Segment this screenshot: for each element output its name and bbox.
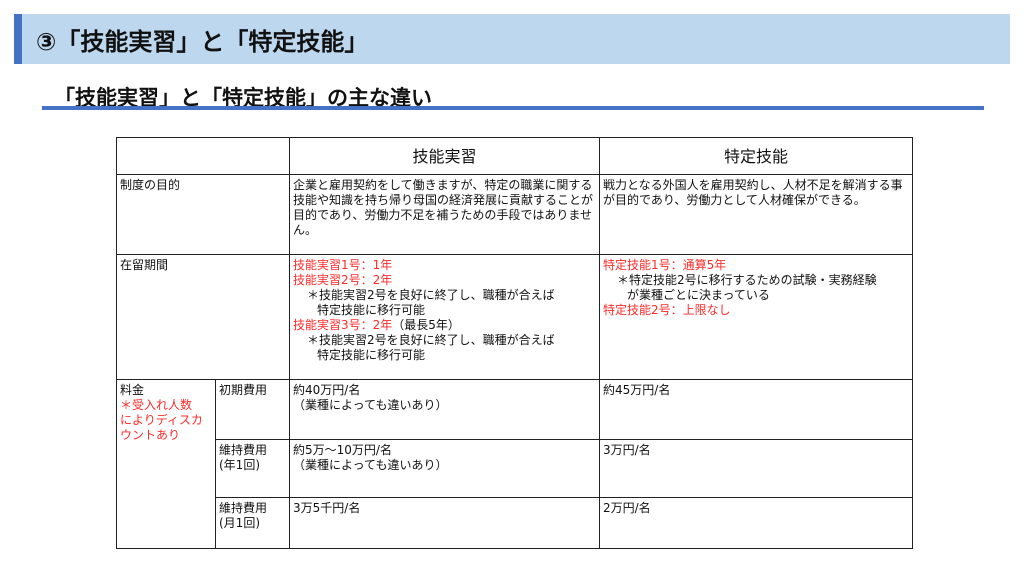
annual-fee-label: 維持費用 (年1回) <box>215 439 290 498</box>
stay-line-3-wrap: 技能実習3号：2年（最長5年） <box>293 318 596 333</box>
tokutei-stay-note-a: ＊特定技能2号に移行するための試験・実務経験 <box>617 273 877 287</box>
table-header-row: 技能実習 特定技能 <box>116 137 913 175</box>
annual-fee-label-1: 維持費用 <box>219 443 268 457</box>
monthly-fee-label: 維持費用 (月1回) <box>215 497 290 549</box>
initial-fee-gj-1: 約40万円/名 <box>293 383 361 397</box>
monthly-fee-label-2: (月1回) <box>219 516 260 530</box>
header-ginou-jisshu: 技能実習 <box>289 137 600 175</box>
tokutei-stay-line-2: 特定技能2号：上限なし <box>603 303 731 317</box>
stay-note-2a: ＊技能実習2号を良好に終了し、職種が合えば <box>307 333 555 347</box>
table-row-purpose: 制度の目的 企業と雇用契約をして働きますが、特定の職業に関する技能や知識を持ち帰… <box>116 174 913 255</box>
monthly-fee-ginou-jisshu: 3万5千円/名 <box>289 497 600 549</box>
stay-note-1b: 特定技能に移行可能 <box>317 303 426 317</box>
fees-note-1: ＊受入れ人数 <box>120 398 193 412</box>
stay-line-3-suffix: （最長5年） <box>392 318 460 332</box>
annual-fee-gj-1: 約5万～10万円/名 <box>293 443 392 457</box>
title-bar: ③「技能実習」と「特定技能」 <box>14 14 1010 64</box>
annual-fee-label-2: (年1回) <box>219 458 260 472</box>
tokutei-stay-note-b: が業種ごとに決まっている <box>627 288 770 302</box>
table-row-stay-period: 在留期間 技能実習1号：1年 技能実習2号：2年 ＊技能実習2号を良好に終了し、… <box>116 254 913 380</box>
fees-label-cell: 料金 ＊受入れ人数 によりディスカ ウントあり <box>116 379 216 549</box>
stay-period-label: 在留期間 <box>116 254 290 380</box>
stay-note-2b: 特定技能に移行可能 <box>317 348 426 362</box>
initial-fee-ginou-jisshu: 約40万円/名 （業種によっても違いあり） <box>289 379 600 440</box>
initial-fee-label: 初期費用 <box>215 379 290 440</box>
annual-fee-ginou-jisshu: 約5万～10万円/名 （業種によっても違いあり） <box>289 439 600 498</box>
header-empty-cell <box>116 137 290 175</box>
fees-label: 料金 <box>120 383 145 397</box>
monthly-fee-tokutei-ginou: 2万円/名 <box>599 497 913 549</box>
monthly-fee-gj-1: 3万5千円/名 <box>293 501 361 515</box>
stay-period-ginou-jisshu: 技能実習1号：1年 技能実習2号：2年 ＊技能実習2号を良好に終了し、職種が合え… <box>289 254 600 380</box>
header-tokutei-ginou: 特定技能 <box>599 137 913 175</box>
table-row-initial-fee: 料金 ＊受入れ人数 によりディスカ ウントあり 初期費用 約40万円/名 （業種… <box>116 379 913 549</box>
initial-fee-gj-2: （業種によっても違いあり） <box>293 398 448 412</box>
table-row-annual-fee: 維持費用 (年1回) 約5万～10万円/名 （業種によっても違いあり） 3万円/… <box>117 439 913 498</box>
stay-period-tokutei-ginou: 特定技能1号：通算5年 ＊特定技能2号に移行するための試験・実務経験 が業種ごと… <box>599 254 913 380</box>
tokutei-stay-line-1: 特定技能1号：通算5年 <box>603 258 727 272</box>
fees-note-3: ウントあり <box>120 428 181 442</box>
purpose-tokutei-ginou: 戦力となる外国人を雇用契約し、人材不足を解消する事が目的であり、労働力として人材… <box>599 174 913 255</box>
comparison-table: 技能実習 特定技能 制度の目的 企業と雇用契約をして働きますが、特定の職業に関す… <box>116 137 913 549</box>
page-title: ③「技能実習」と「特定技能」 <box>36 28 369 56</box>
initial-fee-tokutei-ginou: 約45万円/名 <box>599 379 913 440</box>
initial-fee-label-text: 初期費用 <box>219 383 268 397</box>
stay-line-1: 技能実習1号：1年 <box>293 258 393 272</box>
purpose-ginou-jisshu: 企業と雇用契約をして働きますが、特定の職業に関する技能や知識を持ち帰り母国の経済… <box>289 174 600 255</box>
fees-note-2: によりディスカ <box>120 413 203 427</box>
stay-line-2: 技能実習2号：2年 <box>293 273 393 287</box>
monthly-fee-label-1: 維持費用 <box>219 501 268 515</box>
stay-line-3: 技能実習3号：2年 <box>293 318 393 332</box>
purpose-label: 制度の目的 <box>116 174 290 255</box>
stay-note-1a: ＊技能実習2号を良好に終了し、職種が合えば <box>307 288 555 302</box>
annual-fee-tokutei-ginou: 3万円/名 <box>599 439 913 498</box>
annual-fee-gj-2: （業種によっても違いあり） <box>293 458 448 472</box>
table-row-monthly-fee: 維持費用 (月1回) 3万5千円/名 2万円/名 <box>117 497 913 549</box>
subtitle-underline <box>42 106 984 110</box>
